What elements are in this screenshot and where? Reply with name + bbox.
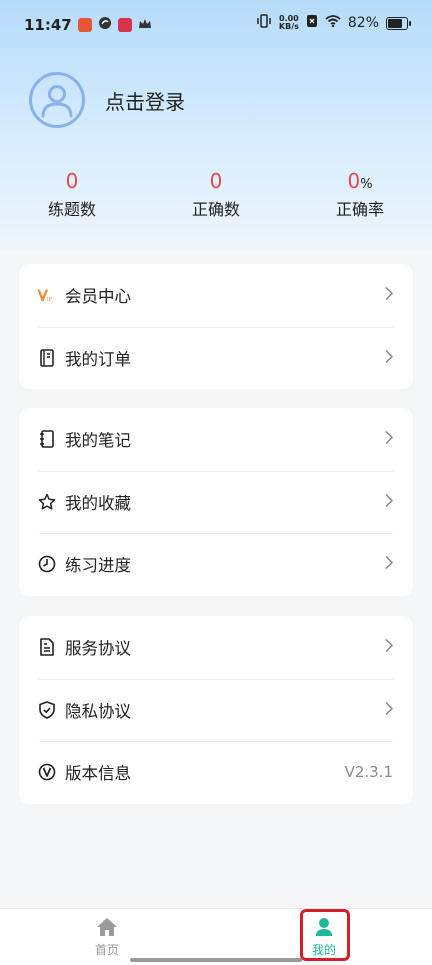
menu-item-orders[interactable]: 我的订单 — [19, 326, 413, 390]
clock-icon — [38, 555, 56, 573]
avatar[interactable] — [29, 72, 85, 128]
bottom-navigation: 首页 我的 — [0, 908, 432, 965]
sync-notification-icon — [98, 16, 112, 34]
stat-value: 0 — [347, 169, 361, 193]
chevron-right-icon — [385, 430, 394, 449]
notebook-icon — [38, 430, 56, 449]
menu-item-vip[interactable]: IP 会员中心 — [19, 264, 413, 327]
stat-label: 正确数 — [191, 200, 240, 219]
menu-item-label: 版本信息 — [65, 764, 131, 784]
version-icon — [38, 763, 56, 781]
home-icon — [97, 918, 117, 936]
menu-item-label: 我的订单 — [65, 349, 131, 369]
menu-item-privacy-policy[interactable]: 隐私协议 — [19, 678, 413, 742]
home-indicator[interactable] — [130, 958, 302, 962]
order-icon — [38, 348, 56, 367]
stat-label: 练题数 — [47, 200, 96, 219]
battery-level-fill — [388, 18, 402, 28]
menu-card-about: 服务协议 隐私协议 版本信息 V2.3.1 — [19, 616, 413, 804]
stat-value: 0 — [65, 169, 79, 193]
menu-card-study: 我的笔记 我的收藏 练习进度 — [19, 408, 413, 596]
status-bar: 11:47 0.00 KB/s 82% — [0, 0, 432, 52]
active-tab-highlight — [300, 909, 350, 961]
document-icon — [38, 638, 56, 657]
menu-card-account: IP 会员中心 我的订单 — [19, 264, 413, 389]
vip-icon: IP — [38, 286, 56, 304]
menu-item-label: 隐私协议 — [65, 701, 131, 721]
vibrate-icon — [256, 14, 272, 32]
network-speed: 0.00 KB/s — [278, 14, 299, 31]
stat-practice-count: 0 练题数 — [12, 168, 132, 220]
crown-notification-icon — [138, 16, 152, 34]
menu-item-version-info[interactable]: 版本信息 V2.3.1 — [19, 741, 413, 804]
chevron-right-icon — [385, 492, 394, 511]
stats-row: 0 练题数 0 正确数 0% 正确率 — [0, 168, 432, 228]
tab-label: 首页 — [94, 943, 119, 957]
stat-correct-count: 0 正确数 — [156, 168, 276, 220]
star-icon — [38, 493, 56, 511]
tab-home[interactable]: 首页 — [67, 909, 147, 965]
login-label[interactable]: 点击登录 — [105, 86, 185, 115]
menu-item-label: 我的笔记 — [65, 431, 131, 451]
menu-item-label: 我的收藏 — [65, 493, 131, 513]
menu-item-label: 会员中心 — [65, 287, 131, 307]
chevron-right-icon — [385, 348, 394, 367]
user-avatar-icon — [41, 85, 73, 118]
stat-unit: % — [360, 177, 373, 192]
battery-icon — [386, 16, 411, 30]
stat-label: 正确率 — [335, 200, 384, 219]
svg-text:IP: IP — [47, 297, 52, 303]
battery-percent: 82% — [347, 15, 379, 31]
wifi-icon — [325, 15, 341, 31]
status-time: 11:47 — [24, 16, 72, 34]
menu-item-notes[interactable]: 我的笔记 — [19, 408, 413, 471]
shield-icon — [38, 700, 56, 719]
login-profile[interactable]: 点击登录 — [29, 72, 185, 128]
chevron-right-icon — [385, 638, 394, 657]
stat-accuracy: 0% 正确率 — [300, 168, 420, 220]
menu-item-label: 服务协议 — [65, 639, 131, 659]
menu-item-label: 练习进度 — [65, 556, 131, 576]
shop-notification-icon — [117, 18, 132, 32]
menu-item-favorites[interactable]: 我的收藏 — [19, 470, 413, 534]
menu-item-progress[interactable]: 练习进度 — [19, 533, 413, 596]
chevron-right-icon — [385, 286, 394, 305]
no-sim-icon — [306, 14, 318, 32]
version-value: V2.3.1 — [344, 763, 393, 782]
stat-value: 0 — [209, 169, 223, 193]
chevron-right-icon — [385, 700, 394, 719]
menu-item-service-agreement[interactable]: 服务协议 — [19, 616, 413, 679]
app-notification-icon — [77, 18, 92, 32]
chevron-right-icon — [385, 555, 394, 574]
